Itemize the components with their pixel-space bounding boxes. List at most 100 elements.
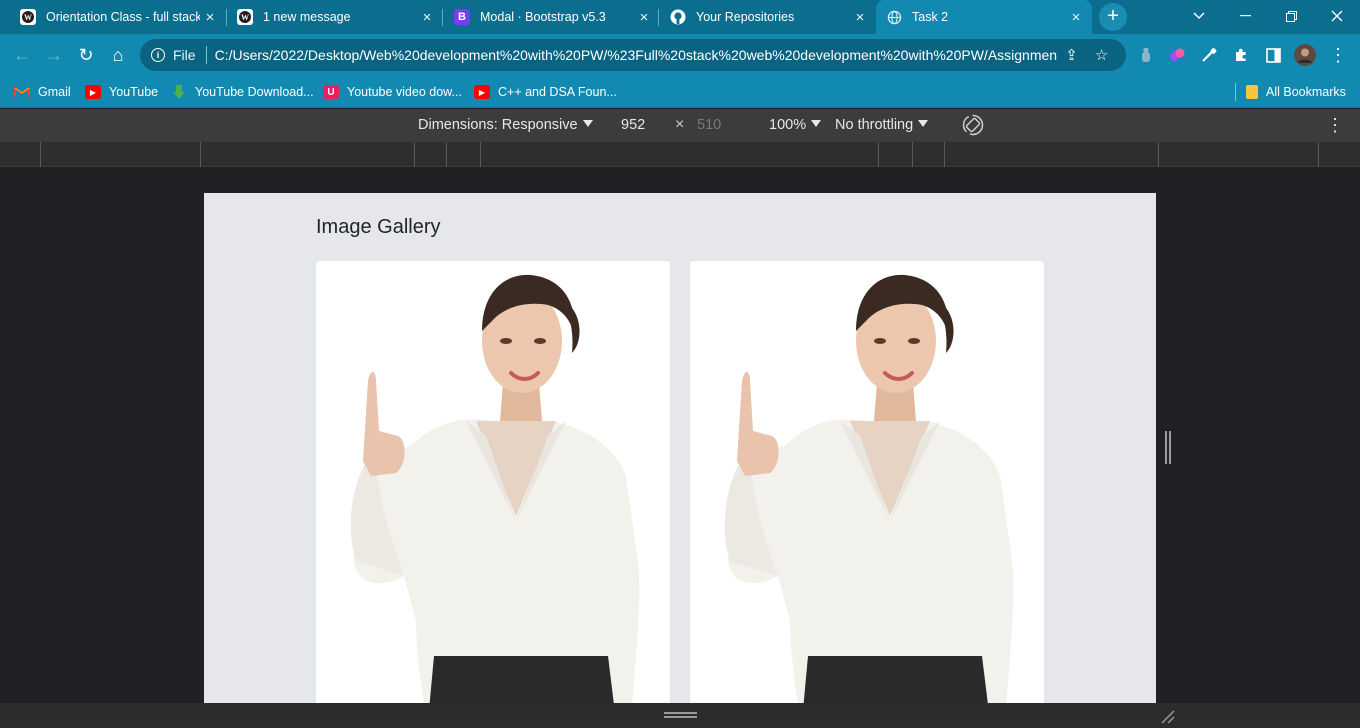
extension-ai-icon[interactable] bbox=[1166, 44, 1188, 66]
ruler-tick bbox=[878, 142, 879, 167]
wordpress-icon: W bbox=[237, 9, 253, 25]
url-text[interactable]: C:/Users/2022/Desktop/Web%20development%… bbox=[215, 47, 1057, 63]
ruler-tick bbox=[446, 142, 447, 167]
download-icon bbox=[171, 85, 187, 99]
ruler-tick bbox=[944, 142, 945, 167]
device-toolbar: Dimensions: Responsive 952 × 510 100% No… bbox=[0, 109, 1360, 142]
tab-strip: W Orientation Class - full stack × W 1 n… bbox=[0, 0, 1360, 34]
bookmark-label: YouTube Download... bbox=[195, 85, 314, 99]
tab-orientation-class[interactable]: W Orientation Class - full stack × bbox=[0, 0, 226, 34]
globe-icon bbox=[886, 9, 902, 25]
close-tab-icon[interactable]: × bbox=[1066, 9, 1086, 26]
ruler-tick bbox=[1158, 142, 1159, 167]
tab-title: 1 new message bbox=[263, 10, 351, 24]
github-icon bbox=[670, 9, 686, 25]
extension-dropper-icon[interactable] bbox=[1135, 44, 1157, 66]
bookmark-star-icon[interactable]: ☆ bbox=[1087, 46, 1117, 64]
media-query-ruler bbox=[0, 142, 1360, 167]
viewport-width-resize-handle[interactable] bbox=[1165, 431, 1171, 464]
new-tab-button[interactable]: + bbox=[1099, 3, 1127, 31]
rotate-icon[interactable] bbox=[961, 113, 985, 141]
throttling-label: No throttling bbox=[835, 117, 914, 133]
tab-your-repositories[interactable]: Your Repositories × bbox=[650, 0, 876, 34]
bookmark-label: All Bookmarks bbox=[1266, 85, 1346, 99]
reload-button[interactable]: ↻ bbox=[72, 41, 100, 69]
resize-bottom-bar bbox=[0, 703, 1360, 728]
width-input[interactable]: 952 bbox=[621, 117, 645, 133]
back-button[interactable]: ← bbox=[8, 41, 36, 69]
ruler-tick bbox=[480, 142, 481, 167]
profile-avatar[interactable] bbox=[1294, 44, 1316, 66]
share-icon[interactable]: ⇪ bbox=[1057, 46, 1087, 64]
wordpress-icon: W bbox=[20, 9, 36, 25]
chevron-down-icon bbox=[811, 120, 822, 127]
bookmark-label: Gmail bbox=[38, 85, 71, 99]
browser-menu-icon[interactable]: ⋮ bbox=[1327, 44, 1349, 66]
u-icon: U bbox=[323, 85, 339, 99]
restore-icon[interactable] bbox=[1268, 0, 1314, 32]
height-input[interactable]: 510 bbox=[697, 117, 721, 133]
youtube-icon: ▶ bbox=[474, 85, 490, 99]
emulation-area: Image Gallery bbox=[0, 167, 1360, 703]
bookmark-youtube-download[interactable]: YouTube Download... bbox=[171, 82, 314, 102]
scheme-label: File bbox=[173, 47, 196, 63]
ruler-tick bbox=[200, 142, 201, 167]
tab-search-icon[interactable] bbox=[1176, 0, 1222, 32]
bookmark-label: C++ and DSA Foun... bbox=[498, 85, 617, 99]
woman-pointing-photo bbox=[316, 261, 670, 703]
tab-title: Task 2 bbox=[912, 10, 949, 24]
svg-text:W: W bbox=[241, 13, 249, 22]
more-options-icon[interactable]: ⋮ bbox=[1326, 115, 1344, 136]
ruler-tick bbox=[414, 142, 415, 167]
tab-new-message[interactable]: W 1 new message × bbox=[217, 0, 443, 34]
tab-task-2[interactable]: Task 2 × bbox=[876, 0, 1092, 34]
dimensions-label: Dimensions: Responsive bbox=[418, 117, 578, 133]
bookmark-cpp-dsa[interactable]: ▶ C++ and DSA Foun... bbox=[474, 82, 617, 102]
svg-text:W: W bbox=[24, 13, 32, 22]
corner-resize-icon[interactable] bbox=[1160, 709, 1176, 725]
bookmark-gmail[interactable]: Gmail bbox=[14, 82, 71, 102]
site-info-icon[interactable]: i bbox=[151, 48, 165, 62]
zoom-label: 100% bbox=[769, 117, 807, 133]
omnibox-divider bbox=[205, 46, 207, 64]
forward-button[interactable]: → bbox=[40, 41, 68, 69]
side-panel-icon[interactable] bbox=[1262, 44, 1284, 66]
home-button[interactable]: ⌂ bbox=[104, 41, 132, 69]
times-icon: × bbox=[675, 116, 685, 133]
dimensions-dropdown[interactable]: Dimensions: Responsive bbox=[418, 117, 593, 133]
page-viewport: Image Gallery bbox=[204, 193, 1156, 703]
page-title: Image Gallery bbox=[316, 216, 441, 238]
bookmark-youtube[interactable]: ▶ YouTube bbox=[85, 82, 158, 102]
chevron-down-icon bbox=[582, 120, 593, 127]
youtube-icon: ▶ bbox=[85, 85, 101, 99]
gallery-card[interactable] bbox=[316, 261, 670, 703]
zoom-dropdown[interactable]: 100% bbox=[769, 117, 822, 133]
address-bar[interactable]: i File C:/Users/2022/Desktop/Web%20devel… bbox=[140, 39, 1126, 71]
browser-toolbar: ← → ↻ ⌂ i File C:/Users/2022/Desktop/Web… bbox=[0, 34, 1360, 76]
woman-pointing-photo bbox=[690, 261, 1044, 703]
minimize-icon[interactable] bbox=[1222, 0, 1268, 32]
gmail-icon bbox=[14, 85, 30, 99]
bookmark-youtube-video-download[interactable]: U Youtube video dow... bbox=[323, 82, 462, 102]
bootstrap-icon: B bbox=[454, 9, 470, 25]
tab-title: Your Repositories bbox=[696, 10, 795, 24]
viewport-height-resize-handle[interactable] bbox=[664, 712, 697, 718]
close-window-icon[interactable] bbox=[1314, 0, 1360, 32]
eyedropper-icon[interactable] bbox=[1198, 44, 1220, 66]
all-bookmarks[interactable]: All Bookmarks bbox=[1235, 82, 1346, 102]
ruler-tick bbox=[40, 142, 41, 167]
tab-title: Modal · Bootstrap v5.3 bbox=[480, 10, 606, 24]
bookmarks-bar: Gmail ▶ YouTube YouTube Download... U Yo… bbox=[0, 76, 1360, 108]
tab-title: Orientation Class - full stack bbox=[46, 10, 200, 24]
bookmark-label: YouTube bbox=[109, 85, 159, 99]
bookmarks-divider bbox=[1235, 83, 1236, 101]
throttling-dropdown[interactable]: No throttling bbox=[835, 117, 929, 133]
bookmark-label: Youtube video dow... bbox=[347, 85, 462, 99]
chevron-down-icon bbox=[918, 120, 929, 127]
extensions-puzzle-icon[interactable] bbox=[1230, 44, 1252, 66]
close-tab-icon[interactable]: × bbox=[850, 9, 870, 26]
tab-bootstrap-modal[interactable]: B Modal · Bootstrap v5.3 × bbox=[434, 0, 660, 34]
gallery-card[interactable] bbox=[690, 261, 1044, 703]
ruler-tick bbox=[1318, 142, 1319, 167]
ruler-tick bbox=[912, 142, 913, 167]
